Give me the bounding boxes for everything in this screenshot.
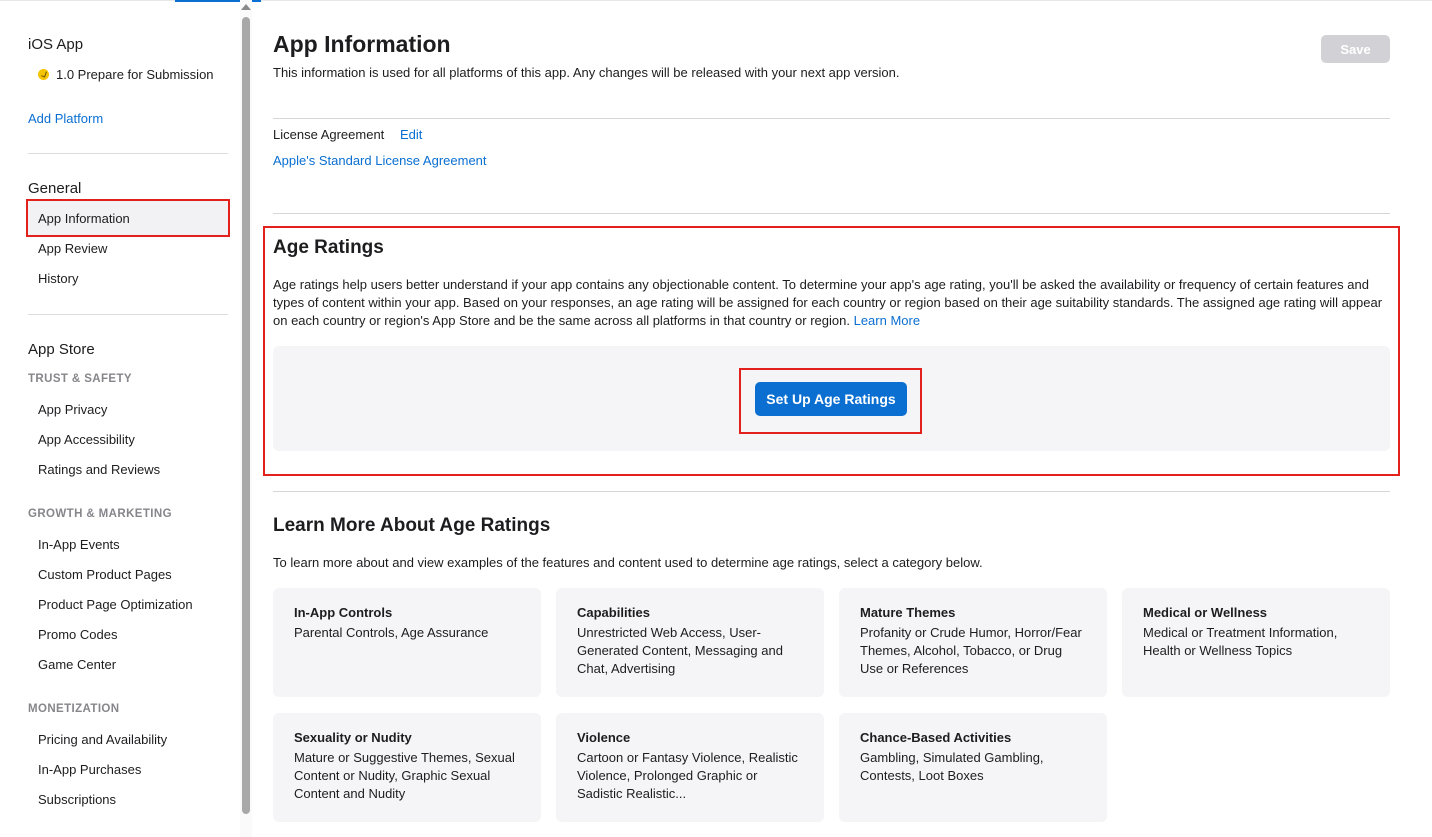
category-card-chance-based[interactable]: Chance-Based Activities Gambling, Simula… [839, 713, 1107, 822]
sidebar-item-promo-codes[interactable]: Promo Codes [38, 627, 117, 642]
sidebar-section-growth: GROWTH & MARKETING [28, 508, 172, 520]
card-title: In-App Controls [294, 605, 393, 620]
sidebar-item-app-accessibility[interactable]: App Accessibility [38, 432, 135, 447]
card-title: Violence [577, 730, 631, 745]
card-description: Cartoon or Fantasy Violence, Realistic V… [577, 750, 798, 801]
page-subtitle: This information is used for all platfor… [273, 65, 900, 80]
add-platform-link[interactable]: Add Platform [28, 111, 103, 126]
status-check-icon [38, 69, 49, 80]
sidebar-general-title: General [28, 180, 82, 197]
category-card-capabilities[interactable]: Capabilities Unrestricted Web Access, Us… [556, 588, 824, 697]
sidebar-version-item[interactable]: 1.0 Prepare for Submission [38, 67, 214, 82]
card-description: Parental Controls, Age Assurance [294, 625, 489, 640]
license-agreement-label: License Agreement [273, 127, 385, 142]
card-title: Sexuality or Nudity [294, 730, 412, 745]
section-divider [273, 213, 1390, 214]
card-title: Capabilities [577, 605, 650, 620]
sidebar-item-product-page-optimization[interactable]: Product Page Optimization [38, 597, 193, 612]
sidebar-item-game-center[interactable]: Game Center [38, 657, 116, 672]
standard-license-link[interactable]: Apple's Standard License Agreement [273, 153, 487, 168]
sidebar-section-monetization: MONETIZATION [28, 703, 120, 715]
section-divider [273, 118, 1390, 119]
card-title: Medical or Wellness [1143, 605, 1268, 620]
sidebar-item-in-app-purchases[interactable]: In-App Purchases [38, 762, 141, 777]
scrollbar-thumb[interactable] [242, 17, 250, 814]
sidebar-divider [28, 314, 228, 315]
category-card-mature-themes[interactable]: Mature Themes Profanity or Crude Humor, … [839, 588, 1107, 697]
sidebar-section-trust-safety: TRUST & SAFETY [28, 373, 132, 385]
card-description: Profanity or Crude Humor, Horror/Fear Th… [860, 625, 1082, 676]
sidebar-item-ratings-reviews[interactable]: Ratings and Reviews [38, 462, 160, 477]
section-divider [273, 491, 1390, 492]
card-description: Mature or Suggestive Themes, Sexual Cont… [294, 750, 515, 801]
category-card-in-app-controls[interactable]: In-App Controls Parental Controls, Age A… [273, 588, 541, 697]
page-title: App Information [273, 31, 451, 57]
age-ratings-learn-more-link[interactable]: Learn More [854, 313, 920, 328]
main-content: App Information This information is used… [263, 0, 1400, 837]
category-card-violence[interactable]: Violence Cartoon or Fantasy Violence, Re… [556, 713, 824, 822]
sidebar-version-label: 1.0 Prepare for Submission [56, 67, 214, 82]
learn-more-title: Learn More About Age Ratings [273, 515, 551, 536]
sidebar-item-app-review[interactable]: App Review [38, 241, 107, 256]
save-button[interactable]: Save [1321, 35, 1390, 63]
age-ratings-description: Age ratings help users better understand… [273, 276, 1390, 330]
scroll-up-arrow-icon[interactable] [241, 4, 251, 10]
sidebar-item-history[interactable]: History [38, 271, 78, 286]
sidebar-platform-title: iOS App [28, 36, 84, 53]
sidebar-item-app-information[interactable]: App Information [38, 211, 130, 226]
sidebar: iOS App 1.0 Prepare for Submission Add P… [0, 0, 240, 837]
category-card-medical-wellness[interactable]: Medical or Wellness Medical or Treatment… [1122, 588, 1390, 697]
card-description: Gambling, Simulated Gambling, Contests, … [860, 750, 1044, 783]
card-description: Medical or Treatment Information, Health… [1143, 625, 1338, 658]
category-card-sexuality-nudity[interactable]: Sexuality or Nudity Mature or Suggestive… [273, 713, 541, 822]
learn-more-subtitle: To learn more about and view examples of… [273, 555, 983, 570]
set-up-age-ratings-button[interactable]: Set Up Age Ratings [755, 382, 907, 416]
sidebar-item-pricing-availability[interactable]: Pricing and Availability [38, 732, 167, 747]
card-title: Chance-Based Activities [860, 730, 1012, 745]
sidebar-item-custom-product-pages[interactable]: Custom Product Pages [38, 567, 172, 582]
license-edit-link[interactable]: Edit [400, 127, 422, 142]
age-ratings-description-text: Age ratings help users better understand… [273, 277, 1383, 328]
sidebar-item-in-app-events[interactable]: In-App Events [38, 537, 120, 552]
sidebar-appstore-title: App Store [28, 341, 95, 358]
sidebar-item-subscriptions[interactable]: Subscriptions [38, 792, 116, 807]
card-title: Mature Themes [860, 605, 956, 620]
sidebar-divider [28, 153, 228, 154]
age-ratings-title: Age Ratings [273, 237, 384, 258]
sidebar-item-app-privacy[interactable]: App Privacy [38, 402, 107, 417]
card-description: Unrestricted Web Access, User-Generated … [577, 625, 783, 676]
